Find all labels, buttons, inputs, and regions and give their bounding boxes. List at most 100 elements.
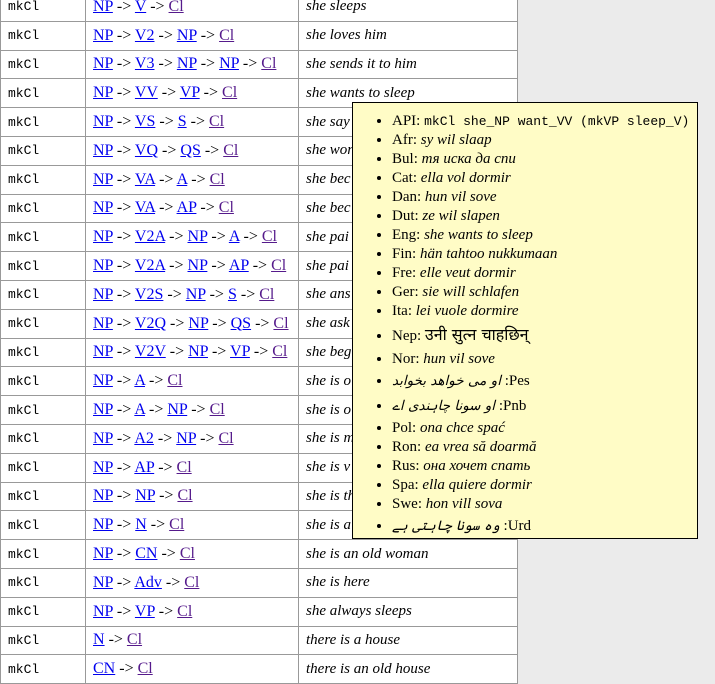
category-link[interactable]: V2A (135, 257, 165, 274)
category-link[interactable]: Cl (167, 372, 182, 389)
category-link[interactable]: NP (167, 401, 187, 418)
category-link[interactable]: S (228, 286, 237, 303)
category-link[interactable]: Cl (169, 516, 184, 533)
category-link[interactable]: QS (231, 315, 251, 332)
category-link[interactable]: A (229, 228, 240, 245)
category-link[interactable]: NP (93, 372, 113, 389)
category-link[interactable]: Cl (138, 660, 153, 677)
category-link[interactable]: Cl (222, 84, 237, 101)
category-link[interactable]: NP (219, 55, 239, 72)
category-link[interactable]: NP (135, 487, 155, 504)
category-link[interactable]: VV (135, 84, 158, 101)
category-link[interactable]: NP (93, 142, 113, 159)
translation-item: Pnb: او سونا چاہندی اے (392, 394, 693, 419)
category-link[interactable]: Adv (134, 574, 162, 591)
category-link[interactable]: NP (188, 257, 208, 274)
category-link[interactable]: VA (135, 199, 155, 216)
category-link[interactable]: NP (93, 0, 113, 15)
arrow-separator: -> (113, 574, 134, 591)
category-link[interactable]: NP (93, 401, 113, 418)
category-link[interactable]: Cl (210, 171, 225, 188)
category-link[interactable]: Cl (127, 631, 142, 648)
category-link[interactable]: NP (93, 545, 113, 562)
category-link[interactable]: V (135, 0, 146, 15)
arrow-separator: -> (113, 315, 135, 332)
category-link[interactable]: Cl (262, 228, 277, 245)
category-link[interactable]: NP (93, 430, 113, 447)
category-link[interactable]: NP (93, 55, 113, 72)
category-link[interactable]: NP (93, 343, 113, 360)
category-link[interactable]: Cl (184, 574, 199, 591)
translation-line: Ger: sie will schlafen (392, 284, 519, 300)
category-link[interactable]: N (93, 631, 105, 648)
category-link[interactable]: NP (176, 430, 196, 447)
category-link[interactable]: VA (135, 171, 155, 188)
category-link[interactable]: AP (229, 257, 249, 274)
category-link[interactable]: Cl (177, 459, 192, 476)
category-link[interactable]: NP (93, 516, 113, 533)
category-link[interactable]: S (178, 113, 187, 130)
category-link[interactable]: NP (188, 228, 208, 245)
category-link[interactable]: V2S (135, 286, 163, 303)
category-link[interactable]: CN (93, 660, 115, 677)
category-link[interactable]: NP (93, 84, 113, 101)
category-link[interactable]: Cl (273, 315, 288, 332)
category-link[interactable]: NP (93, 27, 113, 44)
rule-signature-cell: NP -> V2 -> NP -> Cl (86, 21, 299, 50)
category-link[interactable]: NP (93, 171, 113, 188)
category-link[interactable]: A2 (134, 430, 154, 447)
arrow-separator: -> (197, 55, 219, 72)
category-link[interactable]: Cl (209, 113, 224, 130)
category-link[interactable]: AP (134, 459, 154, 476)
arrow-separator: -> (113, 343, 135, 360)
category-link[interactable]: NP (188, 343, 208, 360)
category-link[interactable]: NP (93, 487, 113, 504)
category-link[interactable]: Cl (272, 343, 287, 360)
category-link[interactable]: NP (177, 27, 197, 44)
arrow-separator: -> (113, 0, 135, 15)
category-link[interactable]: A (134, 372, 145, 389)
category-link[interactable]: NP (93, 257, 113, 274)
category-link[interactable]: VP (135, 603, 155, 620)
translation-item: Pol: ona chce spać (392, 419, 693, 438)
category-link[interactable]: NP (93, 574, 113, 591)
category-link[interactable]: NP (93, 199, 113, 216)
category-link[interactable]: Cl (218, 430, 233, 447)
category-link[interactable]: VP (180, 84, 200, 101)
label-colon: : (500, 518, 508, 534)
category-link[interactable]: NP (93, 228, 113, 245)
category-link[interactable]: Cl (219, 27, 234, 44)
category-link[interactable]: A (177, 171, 188, 188)
category-link[interactable]: Cl (180, 545, 195, 562)
category-link[interactable]: Cl (271, 257, 286, 274)
category-link[interactable]: V2 (135, 27, 155, 44)
category-link[interactable]: NP (188, 315, 208, 332)
category-link[interactable]: VS (135, 113, 155, 130)
category-link[interactable]: Cl (259, 286, 274, 303)
category-link[interactable]: VQ (135, 142, 158, 159)
category-link[interactable]: AP (177, 199, 197, 216)
category-link[interactable]: V2V (135, 343, 166, 360)
category-link[interactable]: V2A (135, 228, 165, 245)
category-link[interactable]: Cl (210, 401, 225, 418)
category-link[interactable]: NP (93, 603, 113, 620)
category-link[interactable]: QS (180, 142, 200, 159)
category-link[interactable]: CN (135, 545, 157, 562)
category-link[interactable]: NP (93, 286, 113, 303)
category-link[interactable]: NP (93, 113, 113, 130)
category-link[interactable]: NP (177, 55, 197, 72)
category-link[interactable]: NP (186, 286, 206, 303)
category-link[interactable]: A (134, 401, 145, 418)
category-link[interactable]: Cl (169, 0, 184, 15)
category-link[interactable]: Cl (261, 55, 276, 72)
category-link[interactable]: NP (93, 459, 113, 476)
category-link[interactable]: Cl (219, 199, 234, 216)
category-link[interactable]: V3 (135, 55, 155, 72)
category-link[interactable]: NP (93, 315, 113, 332)
category-link[interactable]: VP (230, 343, 250, 360)
category-link[interactable]: V2Q (135, 315, 166, 332)
category-link[interactable]: Cl (223, 142, 238, 159)
category-link[interactable]: Cl (177, 487, 192, 504)
category-link[interactable]: N (135, 516, 147, 533)
category-link[interactable]: Cl (177, 603, 192, 620)
